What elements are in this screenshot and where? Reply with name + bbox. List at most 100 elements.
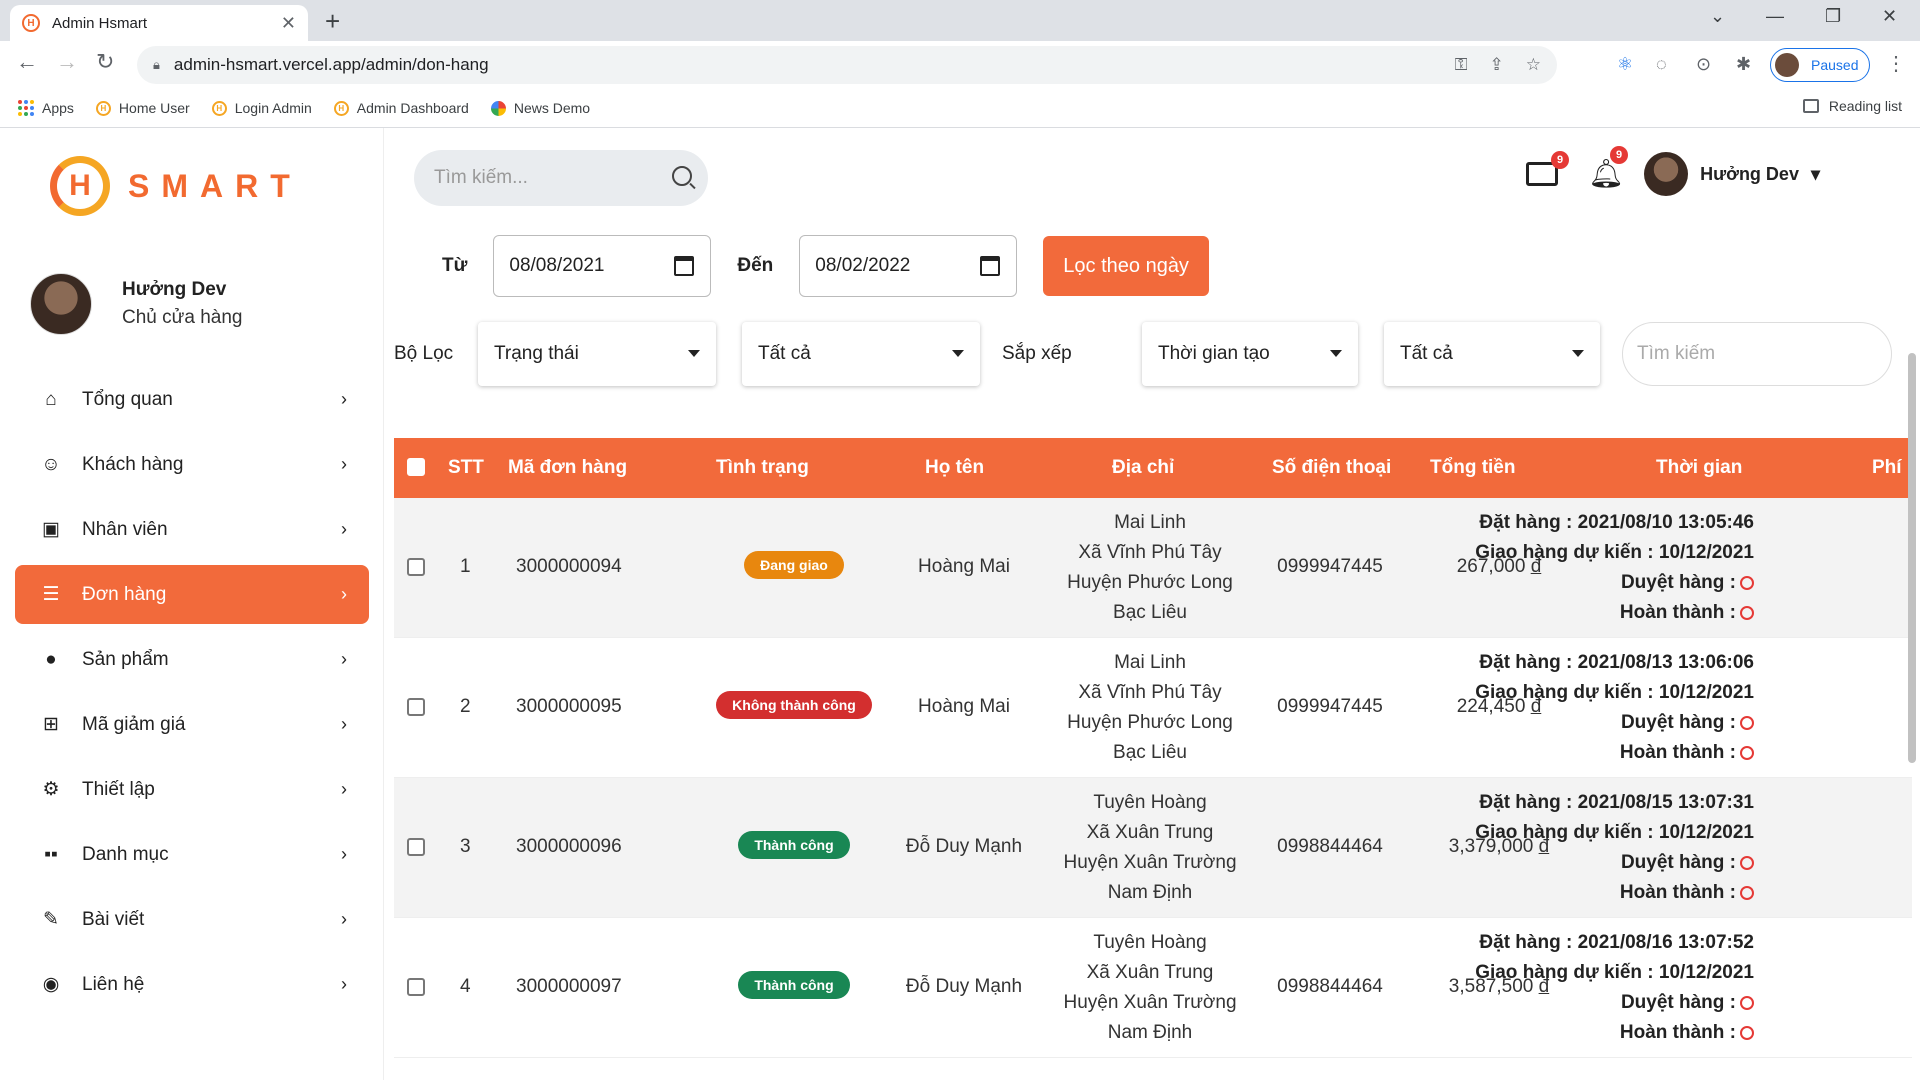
search-icon[interactable] <box>672 166 692 186</box>
filter-by-date-button[interactable]: Lọc theo ngày <box>1043 236 1209 296</box>
logo-mark: H <box>50 156 110 216</box>
bookmark-news-demo[interactable]: News Demo <box>490 100 591 116</box>
sidebar-item-label: Danh mục <box>82 843 169 865</box>
tab-search-icon[interactable]: ⌄ <box>1710 6 1725 27</box>
key-icon[interactable]: ⚿ <box>1455 55 1468 75</box>
approve-time: Duyệt hàng : <box>1424 848 1754 878</box>
select-all-checkbox[interactable] <box>407 458 425 476</box>
address-line: Xã Vĩnh Phú Tây <box>1078 542 1222 563</box>
row-checkbox[interactable] <box>407 698 425 716</box>
approve-time: Duyệt hàng : <box>1424 708 1754 738</box>
sidebar-item-danh-muc[interactable]: ▪▪ Danh mục › <box>15 825 369 884</box>
bookmark-home-user[interactable]: H Home User <box>95 100 190 116</box>
sidebar-item-nhan-vien[interactable]: ▣ Nhân viên › <box>15 500 369 559</box>
column-header[interactable]: STT <box>448 457 484 479</box>
table-row[interactable]: 4 3000000097 Thành công Đỗ Duy Mạnh Tuyê… <box>394 918 1912 1058</box>
column-header[interactable]: Thời gian <box>1656 457 1742 479</box>
address-bar[interactable]: 🔒︎ admin-hsmart.vercel.app/admin/don-han… <box>137 46 1557 84</box>
url-text[interactable]: admin-hsmart.vercel.app/admin/don-hang <box>174 55 489 75</box>
menu-icon[interactable]: ⋮ <box>1886 51 1906 76</box>
reload-icon[interactable]: ↻ <box>96 49 114 75</box>
from-date-input[interactable]: 08/08/2021 <box>493 235 712 297</box>
sidebar-menu: ⌂ Tổng quan › ☺ Khách hàng › ▣ Nhân viên › ☰ Đơ… <box>15 370 369 1020</box>
bookmark-label: News Demo <box>513 100 591 116</box>
select-value: Tất cả <box>1400 343 1453 364</box>
table-search-input[interactable]: Tìm kiếm <box>1622 322 1892 386</box>
sidebar-item-bai-viet[interactable]: ✎ Bài viết › <box>15 890 369 949</box>
column-header[interactable]: Họ tên <box>925 457 984 479</box>
bookmark-login-admin[interactable]: H Login Admin <box>211 100 312 116</box>
page-scrollbar[interactable] <box>1908 353 1916 763</box>
react-devtools-icon[interactable]: ⚛ <box>1617 54 1633 75</box>
status-value-select[interactable]: Tất cả <box>742 322 980 386</box>
mail-icon[interactable]: 9 <box>1526 151 1570 186</box>
sidebar-profile: Hưởng Dev Chủ cửa hàng <box>30 273 242 335</box>
column-header[interactable]: Phí <box>1872 457 1902 479</box>
column-header[interactable]: Tổng tiền <box>1430 457 1515 479</box>
forward-icon[interactable]: → <box>56 49 78 75</box>
close-window-icon[interactable]: ✕ <box>1882 6 1897 27</box>
table-row[interactable]: 1 3000000094 Đang giao Hoàng Mai Mai Lin… <box>394 498 1912 638</box>
close-tab-icon[interactable]: ✕ <box>281 13 296 34</box>
sidebar-item-label: Nhân viên <box>82 518 168 540</box>
bookmark-label: Home User <box>118 100 190 116</box>
filter-label: Bộ Lọc <box>394 343 454 364</box>
column-header[interactable]: Mã đơn hàng <box>508 457 627 479</box>
calendar-icon[interactable] <box>674 256 695 276</box>
sidebar-item-don-hang[interactable]: ☰ Đơn hàng › <box>15 565 369 624</box>
phone-number: 0999947445 <box>1277 556 1383 577</box>
new-tab-icon[interactable]: + <box>325 6 340 37</box>
calendar-icon[interactable] <box>980 256 1001 276</box>
order-time: Đặt hàng : 2021/08/16 13:07:52 <box>1479 932 1754 953</box>
profile-status: Paused <box>1811 57 1859 73</box>
status-select[interactable]: Trạng thái <box>478 322 716 386</box>
sidebar-item-ma-giam-gia[interactable]: ⊞ Mã giảm giá › <box>15 695 369 754</box>
sidebar-item-thiet-lap[interactable]: ⚙ Thiết lập › <box>15 760 369 819</box>
reading-list-button[interactable]: Reading list <box>1802 98 1902 114</box>
bookmark-label: Admin Dashboard <box>356 100 469 116</box>
star-icon[interactable]: ☆ <box>1526 55 1541 75</box>
home-icon: ⌂ <box>45 388 57 410</box>
sidebar-item-tong-quan[interactable]: ⌂ Tổng quan › <box>15 370 369 429</box>
sort-order-select[interactable]: Tất cả <box>1384 322 1600 386</box>
order-code[interactable]: 3000000095 <box>516 696 622 718</box>
search-input[interactable]: Tìm kiếm... <box>414 150 708 206</box>
table-row[interactable]: 3 3000000096 Thành công Đỗ Duy Mạnh Tuyê… <box>394 778 1912 918</box>
dev-extension-icon[interactable]: ⊙ <box>1696 54 1711 75</box>
sort-select[interactable]: Thời gian tạo <box>1142 322 1358 386</box>
sidebar-item-san-pham[interactable]: ● Sản phẩm › <box>15 630 369 689</box>
user-menu[interactable]: Hưởng Dev ▾ <box>1644 152 1820 196</box>
lock-icon[interactable]: 🔒︎ <box>153 57 160 73</box>
pending-circle-icon <box>1740 745 1754 760</box>
bookmark-apps[interactable]: Apps <box>18 100 74 116</box>
back-icon[interactable]: ← <box>16 49 38 75</box>
bookmark-admin-dashboard[interactable]: H Admin Dashboard <box>333 100 469 116</box>
maximize-icon[interactable]: ❐ <box>1825 6 1841 27</box>
column-header[interactable]: Số điện thoại <box>1272 457 1391 479</box>
pending-circle-icon <box>1740 855 1754 870</box>
to-date-input[interactable]: 08/02/2022 <box>799 235 1018 297</box>
profile-button[interactable]: Paused <box>1770 48 1870 82</box>
sidebar-item-lien-he[interactable]: ◉ Liên hệ › <box>15 955 369 1014</box>
table-row[interactable]: 2 3000000095 Không thành công Hoàng Mai … <box>394 638 1912 778</box>
puzzle-icon[interactable]: ✱ <box>1736 54 1751 75</box>
bell-icon[interactable]: 🔔︎ 9 <box>1588 146 1629 188</box>
address-line: Mai Linh <box>1114 512 1186 533</box>
row-checkbox[interactable] <box>407 838 425 856</box>
browser-tab[interactable]: H Admin Hsmart ✕ <box>10 5 308 41</box>
gear-icon: ⚙ <box>42 779 60 800</box>
row-checkbox[interactable] <box>407 978 425 996</box>
order-code[interactable]: 3000000096 <box>516 836 622 858</box>
minimize-icon[interactable]: — <box>1766 6 1784 27</box>
order-code[interactable]: 3000000094 <box>516 556 622 578</box>
row-checkbox[interactable] <box>407 558 425 576</box>
column-header[interactable]: Địa chỉ <box>1112 457 1174 479</box>
search-placeholder: Tìm kiếm... <box>434 167 528 188</box>
share-icon[interactable]: ⇪ <box>1490 55 1504 75</box>
column-header[interactable]: Tình trạng <box>716 457 809 479</box>
profile-avatar <box>1775 53 1799 77</box>
order-code[interactable]: 3000000097 <box>516 976 622 998</box>
sidebar-item-khach-hang[interactable]: ☺ Khách hàng › <box>15 435 369 494</box>
extension-icon[interactable]: ◌ <box>1656 54 1667 75</box>
hsmart-logo[interactable]: H SMART <box>50 156 302 216</box>
